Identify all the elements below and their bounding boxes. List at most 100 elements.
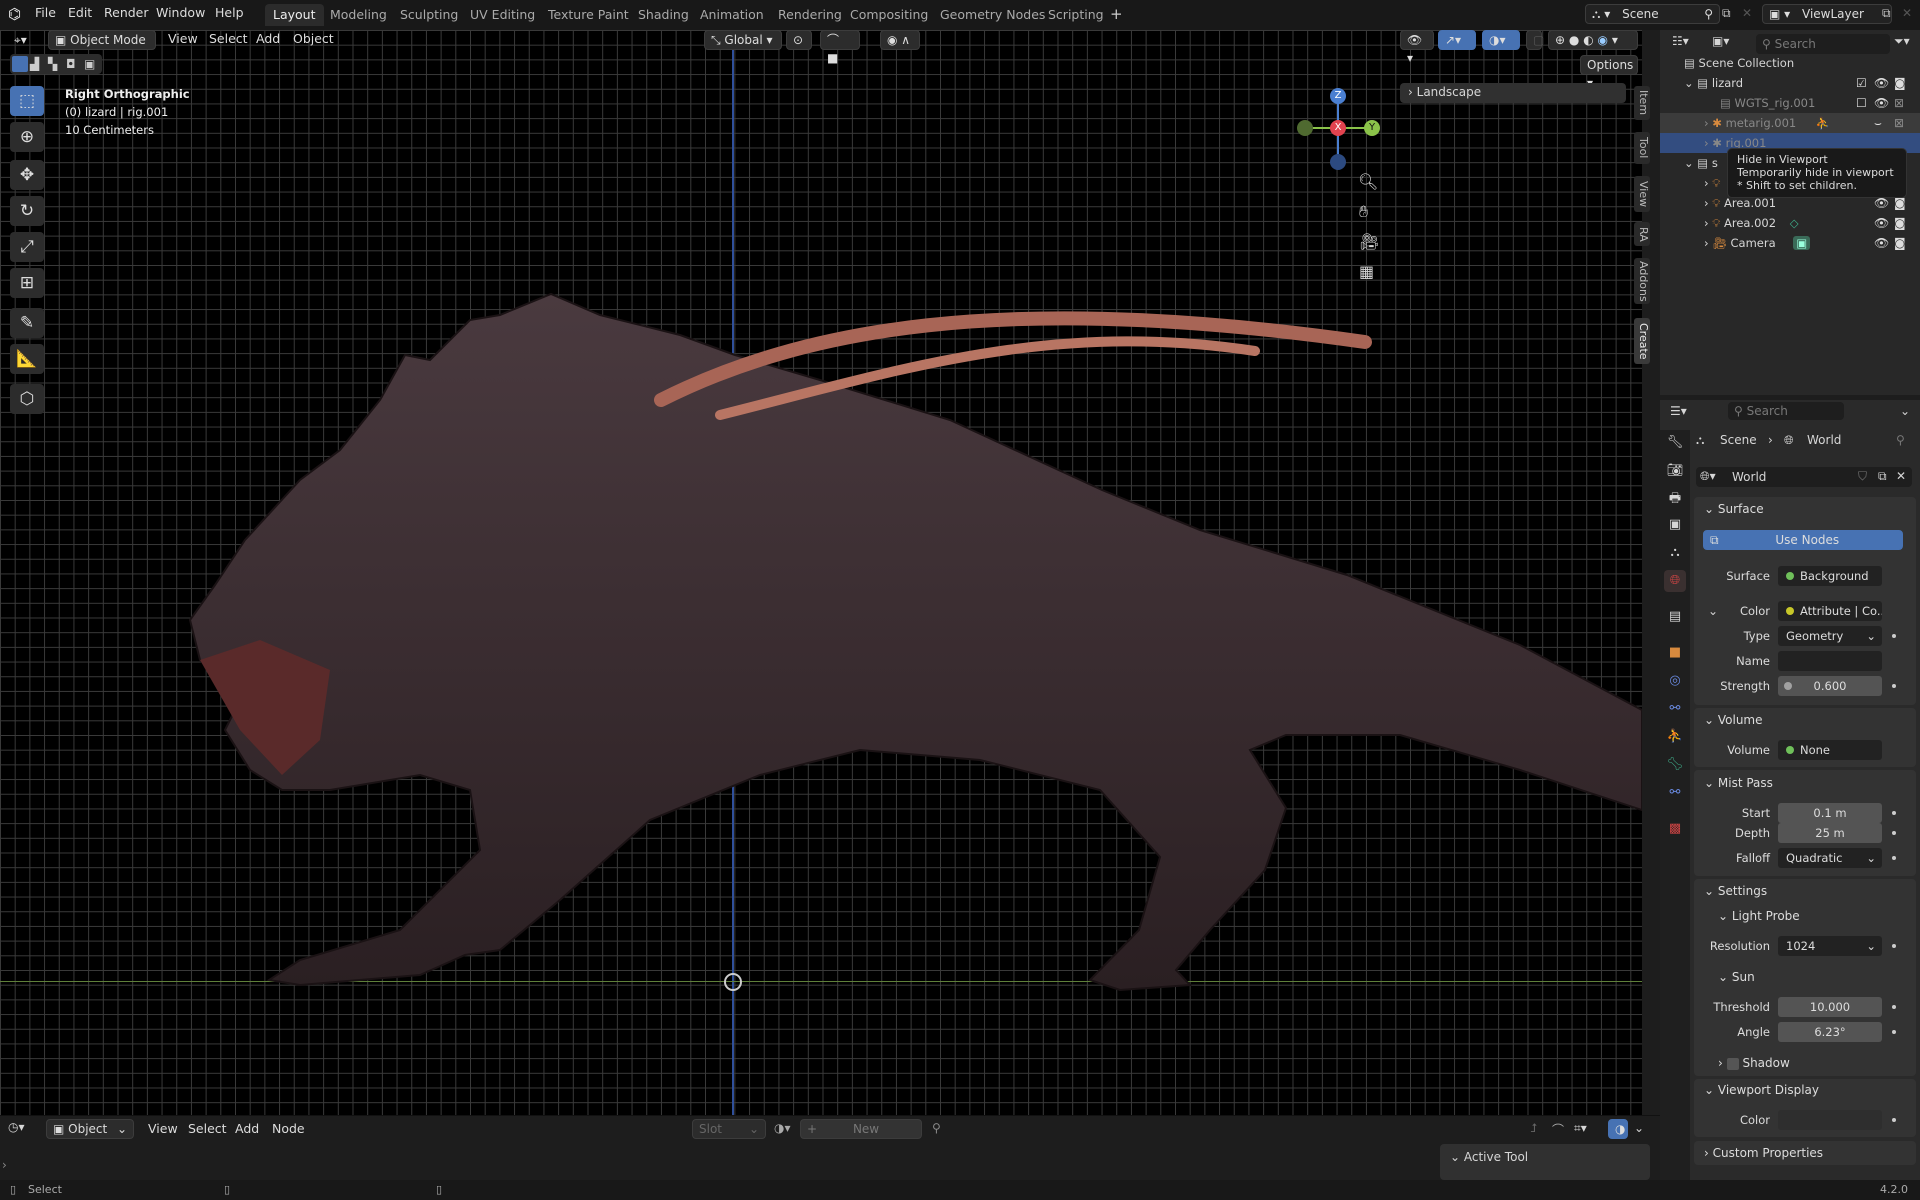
snap-icon[interactable]: ⌒: [1552, 1121, 1564, 1138]
breadcrumb-world[interactable]: World: [1807, 433, 1841, 447]
volume-header[interactable]: ⌄ Volume: [1704, 713, 1763, 727]
outliner-row-lizard[interactable]: ⌄ ▤ lizard ☑ 👁 ◙: [1660, 73, 1920, 93]
tab-addons[interactable]: Addons: [1634, 258, 1650, 304]
3d-cursor[interactable]: [724, 973, 742, 991]
world-name-field[interactable]: World: [1732, 470, 1766, 484]
menu-render[interactable]: Render: [104, 5, 149, 20]
render-tab-icon[interactable]: 📷︎: [1664, 460, 1686, 482]
tab-item[interactable]: Item: [1634, 86, 1650, 120]
tab-shading[interactable]: Shading: [630, 4, 697, 26]
menu-help[interactable]: Help: [215, 5, 244, 20]
shading-modes[interactable]: ⊕ ● ◐ ◉ ▾: [1548, 30, 1638, 50]
scene-selector[interactable]: ⛬ ▾ Scene ⚲: [1585, 4, 1720, 24]
custom-properties-header[interactable]: › Custom Properties: [1704, 1146, 1823, 1160]
delete-scene-icon[interactable]: ✕: [1742, 6, 1752, 20]
pin-icon[interactable]: ⚲: [1896, 433, 1905, 447]
snap-toggle-icon[interactable]: ⌒ ■: [820, 30, 860, 65]
settings-header[interactable]: ⌄ Settings: [1704, 884, 1767, 898]
surface-header[interactable]: ⌄ Surface: [1704, 502, 1764, 516]
tab-uv-editing[interactable]: UV Editing: [462, 4, 543, 26]
tab-geometry-nodes[interactable]: Geometry Nodes: [932, 4, 1053, 26]
3d-viewport[interactable]: [0, 30, 1642, 1115]
keyframe-dot[interactable]: [1892, 811, 1896, 815]
properties-search-input[interactable]: ⚲ Search: [1728, 402, 1844, 420]
keyframe-dot[interactable]: [1892, 856, 1896, 860]
eye-icon[interactable]: 👁: [1874, 213, 1889, 233]
node-menu-view[interactable]: View: [148, 1121, 178, 1136]
tab-ra[interactable]: RA: [1634, 222, 1650, 246]
breadcrumb-scene[interactable]: Scene: [1720, 433, 1757, 447]
constraints-tab-icon[interactable]: ⚯: [1664, 698, 1686, 720]
menu-edit[interactable]: Edit: [68, 5, 92, 20]
select-extend-icon[interactable]: ▟: [30, 57, 39, 71]
world-datablock-selector[interactable]: 🌐︎▾ World ⛉ ⧉ ✕: [1696, 467, 1912, 487]
chevron-down-icon[interactable]: ⌄: [1900, 404, 1910, 418]
pivot-point-icon[interactable]: ⊙: [786, 30, 812, 50]
hidden-eye-icon[interactable]: ⌣: [1874, 113, 1882, 133]
outliner-row-camera[interactable]: › 🎥︎ Camera ▣ 👁 ◙: [1660, 233, 1920, 253]
keyframe-dot[interactable]: [1892, 831, 1896, 835]
select-intersect-icon[interactable]: ▣: [84, 57, 95, 71]
exclude-checkbox[interactable]: ☐: [1856, 93, 1867, 113]
tab-modeling[interactable]: Modeling: [322, 4, 395, 26]
shadow-subpanel[interactable]: › Shadow: [1718, 1056, 1790, 1070]
pan-hand-icon[interactable]: ✋︎: [1359, 202, 1368, 222]
exclude-checkbox[interactable]: ☑: [1856, 73, 1867, 93]
light-probe-subpanel[interactable]: ⌄ Light Probe: [1718, 909, 1800, 923]
volume-shader-field[interactable]: None: [1778, 740, 1882, 760]
expand-toolbar-icon[interactable]: ›: [2, 1158, 7, 1172]
overlays-toggle-icon[interactable]: ◑▾: [1482, 30, 1520, 50]
tab-sculpting[interactable]: Sculpting: [392, 4, 466, 26]
editor-type-icon[interactable]: ⌖▾: [8, 31, 46, 51]
add-workspace-button[interactable]: +: [1102, 2, 1131, 24]
snap-grid-icon[interactable]: ⌗▾: [1574, 1121, 1587, 1136]
viewport-menu-object[interactable]: Object: [293, 31, 334, 46]
camera-render-icon[interactable]: ⊠: [1894, 113, 1904, 133]
unlink-icon[interactable]: ✕: [1896, 469, 1906, 483]
resolution-dropdown[interactable]: 1024 ⌄: [1778, 936, 1882, 956]
keyframe-dot[interactable]: [1892, 1030, 1896, 1034]
shader-type-dropdown[interactable]: ▣ Object ⌄: [46, 1119, 134, 1139]
pin-icon[interactable]: ⚲: [1704, 5, 1713, 23]
camera-render-icon[interactable]: ◙: [1894, 233, 1906, 253]
x-axis-handle[interactable]: X: [1330, 120, 1346, 136]
tab-rendering[interactable]: Rendering: [770, 4, 850, 26]
neg-y-axis-handle[interactable]: [1297, 120, 1313, 136]
new-scene-icon[interactable]: ⧉: [1722, 6, 1731, 21]
tab-texture-paint[interactable]: Texture Paint: [540, 4, 637, 26]
select-box-tool[interactable]: ⬚: [10, 86, 44, 116]
transform-tool[interactable]: ⊞: [10, 268, 44, 298]
viewport-menu-add[interactable]: Add: [256, 31, 280, 46]
mode-dropdown[interactable]: ▣ Object Mode ▾: [48, 30, 156, 65]
outliner-search-input[interactable]: ⚲ Search: [1756, 34, 1890, 54]
strength-field[interactable]: 0.600: [1778, 676, 1882, 696]
visibility-icon[interactable]: 👁▾: [1400, 30, 1434, 65]
keyframe-dot[interactable]: [1892, 634, 1896, 638]
display-mode-icon[interactable]: ☷▾: [1672, 34, 1689, 48]
name-input[interactable]: [1778, 651, 1882, 671]
select-subtract-icon[interactable]: ▚: [48, 57, 57, 71]
zoom-icon[interactable]: 🔍︎: [1358, 172, 1378, 191]
solid-shading-icon[interactable]: ●: [1569, 33, 1579, 47]
use-nodes-button[interactable]: ⧉ Use Nodes: [1703, 530, 1903, 550]
viewport-display-header[interactable]: ⌄ Viewport Display: [1704, 1083, 1819, 1097]
node-editor-type-icon[interactable]: ◷▾: [8, 1120, 25, 1134]
filter-icon[interactable]: ⏷▾: [1894, 34, 1910, 49]
surface-shader-field[interactable]: Background: [1778, 566, 1882, 586]
scene-tab-icon[interactable]: ⛬: [1664, 542, 1686, 564]
color-input-field[interactable]: Attribute | Co...: [1778, 601, 1882, 621]
properties-editor-type-icon[interactable]: ☰▾: [1670, 404, 1687, 418]
tab-tool[interactable]: Tool: [1634, 132, 1650, 164]
tab-compositing[interactable]: Compositing: [842, 4, 936, 26]
options-dropdown[interactable]: Options ▾: [1580, 55, 1638, 90]
material-shading-icon[interactable]: ◐: [1583, 33, 1593, 47]
duplicate-icon[interactable]: ⧉: [1878, 469, 1887, 484]
type-dropdown[interactable]: Geometry ⌄: [1778, 626, 1882, 646]
add-cube-tool[interactable]: ⬡: [10, 384, 44, 414]
world-browse-icon[interactable]: ◑▾: [774, 1121, 791, 1135]
delete-view-layer-icon[interactable]: ✕: [1902, 6, 1912, 20]
wireframe-shading-icon[interactable]: ⊕: [1555, 33, 1565, 47]
mist-falloff-dropdown[interactable]: Quadratic ⌄: [1778, 848, 1882, 868]
threshold-field[interactable]: 10.000: [1778, 997, 1882, 1017]
overlays-dropdown-icon[interactable]: ⌄: [1634, 1121, 1644, 1135]
